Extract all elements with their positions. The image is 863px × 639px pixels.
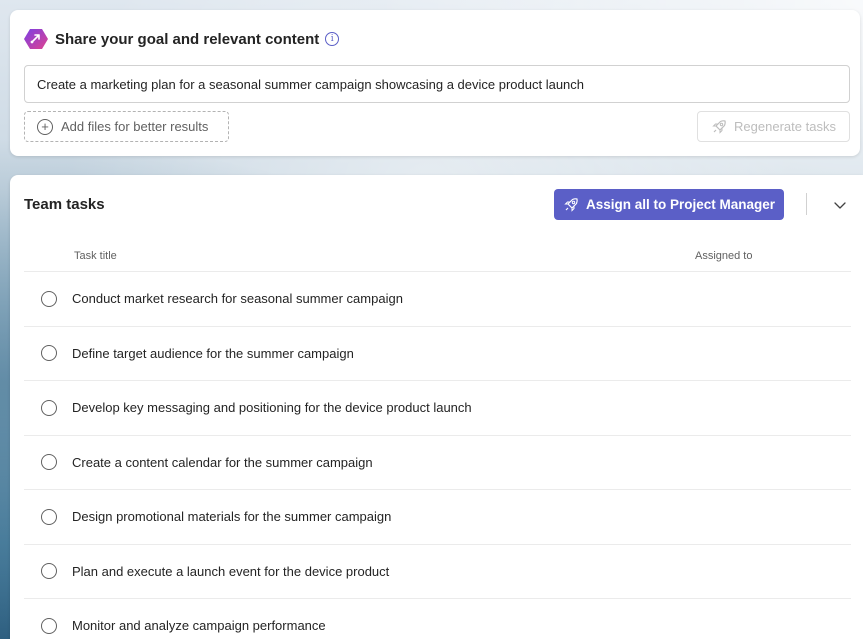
column-header-assigned-to: Assigned to bbox=[695, 250, 753, 262]
task-row[interactable]: Plan and execute a launch event for the … bbox=[24, 543, 851, 599]
goal-title: Share your goal and relevant content bbox=[55, 30, 320, 48]
goal-input-value: Create a marketing plan for a seasonal s… bbox=[37, 76, 585, 92]
copilot-rocket-icon bbox=[24, 28, 48, 50]
info-icon[interactable]: i bbox=[325, 32, 340, 46]
chevron-down-icon[interactable] bbox=[832, 197, 848, 213]
regenerate-tasks-button[interactable]: Regenerate tasks bbox=[697, 111, 850, 142]
assign-all-label: Assign all to Project Manager bbox=[585, 197, 776, 212]
assign-all-button[interactable]: Assign all to Project Manager bbox=[554, 189, 784, 220]
task-title: Plan and execute a launch event for the … bbox=[72, 563, 390, 579]
task-complete-radio[interactable] bbox=[41, 617, 57, 634]
goal-header: Share your goal and relevant content i bbox=[24, 28, 340, 50]
task-row[interactable]: Define target audience for the summer ca… bbox=[24, 325, 851, 381]
column-header-task-title: Task title bbox=[74, 250, 117, 262]
task-complete-radio[interactable] bbox=[41, 563, 57, 580]
task-title: Conduct market research for seasonal sum… bbox=[72, 291, 403, 307]
task-complete-radio[interactable] bbox=[41, 508, 57, 525]
task-list: Conduct market research for seasonal sum… bbox=[24, 271, 851, 639]
add-circle-icon: + bbox=[37, 118, 53, 135]
add-files-button[interactable]: + Add files for better results bbox=[24, 111, 229, 142]
task-row[interactable]: Create a content calendar for the summer… bbox=[24, 434, 851, 490]
rocket-icon bbox=[564, 197, 578, 212]
team-tasks-title: Team tasks bbox=[24, 196, 105, 213]
toolbar-divider bbox=[806, 193, 807, 215]
task-title: Create a content calendar for the summer… bbox=[72, 454, 373, 470]
goal-input[interactable]: Create a marketing plan for a seasonal s… bbox=[24, 65, 850, 103]
task-title: Monitor and analyze campaign performance bbox=[72, 618, 326, 634]
task-row[interactable]: Design promotional materials for the sum… bbox=[24, 489, 851, 544]
task-row[interactable]: Conduct market research for seasonal sum… bbox=[24, 271, 851, 326]
task-title: Design promotional materials for the sum… bbox=[72, 509, 392, 525]
team-tasks-card: Team tasks Assign all to Project Manager… bbox=[10, 175, 863, 639]
rocket-icon bbox=[712, 119, 726, 134]
goal-card: Share your goal and relevant content i C… bbox=[10, 10, 860, 156]
regenerate-label: Regenerate tasks bbox=[734, 119, 836, 134]
add-files-label: Add files for better results bbox=[61, 119, 209, 134]
task-complete-radio[interactable] bbox=[41, 454, 57, 471]
task-title: Develop key messaging and positioning fo… bbox=[72, 400, 472, 416]
task-row[interactable]: Monitor and analyze campaign performance bbox=[24, 598, 851, 639]
task-complete-radio[interactable] bbox=[41, 399, 57, 416]
task-complete-radio[interactable] bbox=[41, 290, 57, 307]
task-row[interactable]: Develop key messaging and positioning fo… bbox=[24, 380, 851, 435]
task-title: Define target audience for the summer ca… bbox=[72, 345, 354, 361]
task-complete-radio[interactable] bbox=[41, 345, 57, 362]
